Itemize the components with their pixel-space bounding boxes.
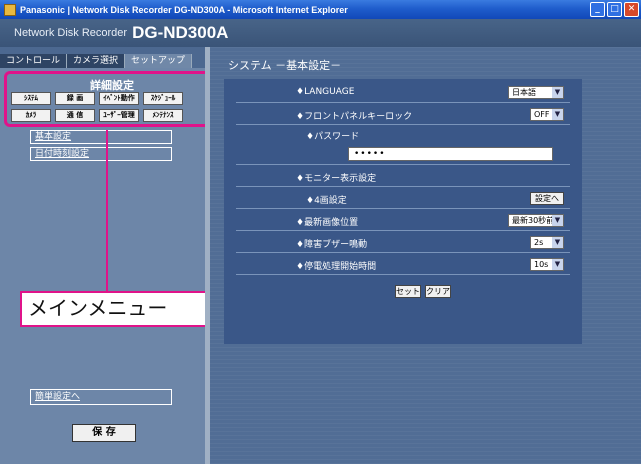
chevron-down-icon: ▼ (552, 237, 563, 248)
menu-button-camera[interactable]: ｶﾒﾗ (11, 109, 51, 122)
latest-pos-value: 最新30秒前 (512, 216, 555, 225)
menu-button-system[interactable]: ｼｽﾃﾑ (11, 92, 51, 105)
power-fail-select[interactable]: 10s ▼ (530, 258, 564, 271)
menu-button-schedule[interactable]: ｽｹｼﾞｭｰﾙ (143, 92, 183, 105)
sublink-basic-settings[interactable]: 基本設定 (30, 130, 172, 144)
front-lock-value: OFF (534, 110, 550, 119)
save-button[interactable]: 保 存 (72, 424, 136, 442)
callout-line (106, 130, 108, 291)
menu-button-maintenance[interactable]: ﾒﾝﾃﾅﾝｽ (143, 109, 183, 122)
quad-label: ♦4画設定 (306, 196, 347, 206)
row-language: ♦LANGUAGE 日本語 ▼ (236, 83, 570, 103)
monitor-label: ♦モニター表示設定 (296, 174, 377, 184)
page-title: システム －基本設定－ (228, 59, 342, 72)
buzzer-value: 2s (534, 238, 544, 247)
window-controls: _ □ ✕ (590, 2, 639, 17)
tab-setup[interactable]: セットアップ (125, 54, 193, 68)
row-power-failure-time: ♦停電処理開始時間 10s ▼ (236, 255, 570, 275)
language-value: 日本語 (512, 88, 536, 97)
model-name: DG-ND300A (132, 23, 229, 42)
detail-settings-menu: 詳細設定 ｼｽﾃﾑ 録 画 ｲﾍﾞﾝﾄ動作 ｽｹｼﾞｭｰﾙ ｶﾒﾗ 通 信 ﾕｰ… (4, 71, 214, 127)
product-label: Network Disk Recorder (14, 27, 128, 39)
browser-icon (4, 3, 16, 16)
front-lock-select[interactable]: OFF ▼ (530, 108, 564, 121)
menu-button-event[interactable]: ｲﾍﾞﾝﾄ動作 (99, 92, 139, 105)
maximize-icon[interactable]: □ (607, 2, 622, 17)
row-latest-image-position: ♦最新画像位置 最新30秒前 ▼ (236, 211, 570, 231)
app-header: Network Disk Recorder DG-ND300A (0, 19, 641, 47)
language-label: ♦LANGUAGE (296, 87, 355, 97)
menu-button-recording[interactable]: 録 画 (55, 92, 95, 105)
minimize-icon[interactable]: _ (590, 2, 605, 17)
chevron-down-icon: ▼ (552, 259, 563, 270)
password-label: ♦パスワード (306, 132, 360, 142)
tab-bar: コントロール カメラ選択 セットアップ (0, 54, 205, 68)
menu-button-communication[interactable]: 通 信 (55, 109, 95, 122)
set-button[interactable]: セット (395, 285, 421, 298)
front-lock-label: ♦フロントパネルキーロック (296, 112, 413, 122)
buzzer-select[interactable]: 2s ▼ (530, 236, 564, 249)
sublink-date-time-settings[interactable]: 日付時刻設定 (30, 147, 172, 161)
buzzer-label: ♦障害ブザー鳴動 (296, 240, 368, 250)
power-fail-label: ♦停電処理開始時間 (296, 262, 377, 272)
row-password: ♦パスワード ••••• (236, 125, 570, 165)
chevron-down-icon: ▼ (552, 109, 563, 120)
easy-setup-link[interactable]: 簡単設定へ (30, 389, 172, 405)
quad-settings-button[interactable]: 設定へ (530, 192, 564, 205)
chevron-down-icon: ▼ (552, 87, 563, 98)
main-menu-callout: メインメニュー (20, 291, 208, 327)
power-fail-value: 10s (534, 260, 549, 269)
menu-title: 詳細設定 (90, 79, 134, 92)
latest-pos-label: ♦最新画像位置 (296, 218, 359, 228)
password-input[interactable]: ••••• (348, 147, 553, 161)
window-title: Panasonic | Network Disk Recorder DG-ND3… (20, 4, 348, 15)
latest-pos-select[interactable]: 最新30秒前 ▼ (508, 214, 564, 227)
language-select[interactable]: 日本語 ▼ (508, 86, 564, 99)
row-monitor-display: ♦モニター表示設定 (236, 167, 570, 187)
settings-form: ♦LANGUAGE 日本語 ▼ ♦フロントパネルキーロック OFF ▼ ♦パスワ… (224, 79, 582, 344)
clear-button[interactable]: クリア (425, 285, 451, 298)
row-front-panel-lock: ♦フロントパネルキーロック OFF ▼ (236, 105, 570, 125)
chevron-down-icon: ▼ (552, 215, 563, 226)
main-content: システム －基本設定－ ♦LANGUAGE 日本語 ▼ ♦フロントパネルキーロッ… (210, 47, 641, 464)
row-quad-settings: ♦4画設定 設定へ (236, 189, 570, 209)
row-fault-buzzer: ♦障害ブザー鳴動 2s ▼ (236, 233, 570, 253)
menu-button-user-management[interactable]: ﾕｰｻﾞｰ管理 (99, 109, 139, 122)
window-titlebar: Panasonic | Network Disk Recorder DG-ND3… (0, 0, 641, 19)
tab-control[interactable]: コントロール (0, 54, 68, 68)
close-icon[interactable]: ✕ (624, 2, 639, 17)
tab-camera-select[interactable]: カメラ選択 (67, 54, 126, 68)
